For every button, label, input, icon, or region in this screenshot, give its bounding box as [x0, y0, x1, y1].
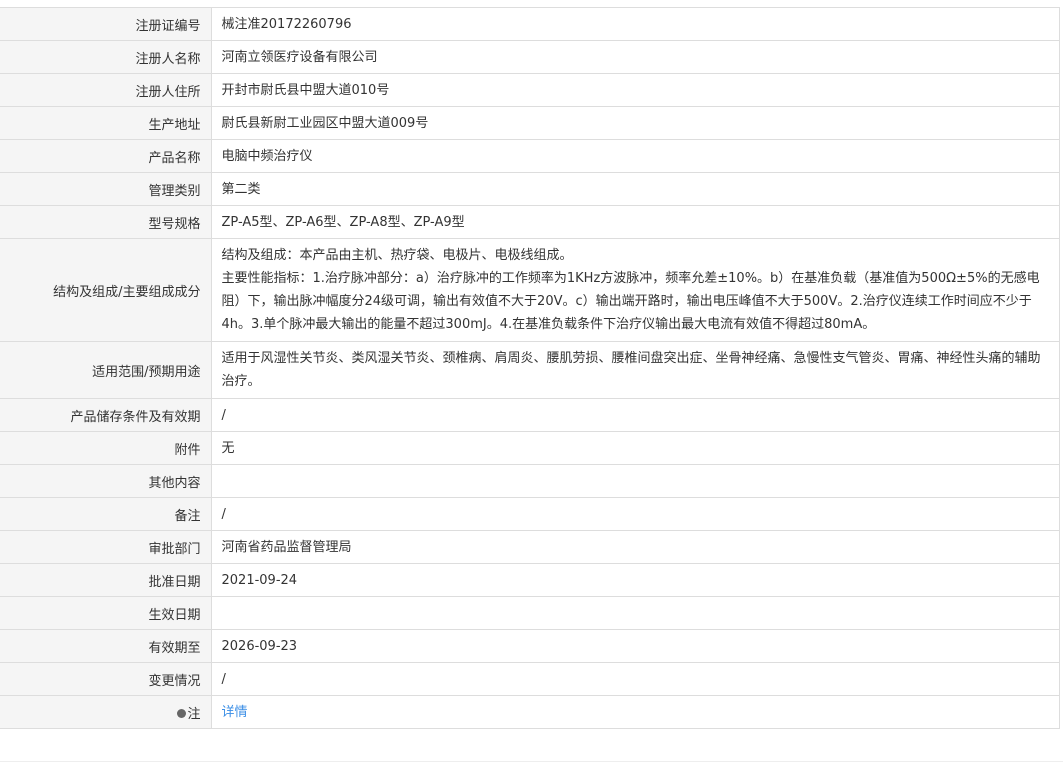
row-product-name: 产品名称 电脑中频治疗仪	[0, 139, 1060, 173]
registration-detail-table: 注册证编号 械注准20172260796 注册人名称 河南立领医疗设备有限公司 …	[0, 7, 1060, 729]
label-text: 适用范围/预期用途	[92, 364, 201, 380]
row-value	[211, 596, 1060, 630]
row-approval-date: 批准日期 2021-09-24	[0, 563, 1060, 597]
row-label: 生产地址	[0, 106, 212, 140]
label-text: 产品储存条件及有效期	[70, 409, 201, 425]
row-value: 尉氏县新尉工业园区中盟大道009号	[211, 106, 1060, 140]
row-value: 2021-09-24	[211, 563, 1060, 597]
row-value: /	[211, 497, 1060, 531]
row-registration-number: 注册证编号 械注准20172260796	[0, 7, 1060, 41]
row-value: 无	[211, 431, 1060, 465]
row-intended-use: 适用范围/预期用途 适用于风湿性关节炎、类风湿关节炎、颈椎病、肩周炎、腰肌劳损、…	[0, 341, 1060, 399]
row-value: 械注准20172260796	[211, 7, 1060, 41]
row-label: 附件	[0, 431, 212, 465]
label-text: 变更情况	[148, 673, 201, 689]
row-label: 有效期至	[0, 629, 212, 663]
label-text: 注册人名称	[135, 51, 201, 67]
label-text: 生产地址	[148, 117, 201, 133]
row-value: /	[211, 398, 1060, 432]
row-valid-until: 有效期至 2026-09-23	[0, 629, 1060, 663]
page-divider	[0, 761, 1063, 762]
row-change-status: 变更情况 /	[0, 662, 1060, 696]
label-text: 审批部门	[148, 541, 201, 557]
row-other-content: 其他内容	[0, 464, 1060, 498]
row-value	[211, 464, 1060, 498]
row-label: 备注	[0, 497, 212, 531]
label-text: 附件	[174, 442, 201, 458]
row-label: 生效日期	[0, 596, 212, 630]
row-label: 注	[0, 695, 212, 729]
row-value: ZP-A5型、ZP-A6型、ZP-A8型、ZP-A9型	[211, 205, 1060, 239]
row-label: 管理类别	[0, 172, 212, 206]
details-link[interactable]: 详情	[222, 705, 248, 720]
label-text: 批准日期	[148, 574, 201, 590]
row-value: 2026-09-23	[211, 629, 1060, 663]
row-label: 产品储存条件及有效期	[0, 398, 212, 432]
row-value: 河南省药品监督管理局	[211, 530, 1060, 564]
row-label: 型号规格	[0, 205, 212, 239]
label-text: 备注	[174, 508, 201, 524]
label-text: 结构及组成/主要组成成分	[53, 284, 201, 300]
row-label: 结构及组成/主要组成成分	[0, 238, 212, 342]
label-text: 注	[187, 706, 201, 722]
row-label: 注册证编号	[0, 7, 212, 41]
row-label: 其他内容	[0, 464, 212, 498]
row-value: /	[211, 662, 1060, 696]
label-text: 注册证编号	[135, 18, 201, 34]
label-text: 生效日期	[148, 607, 201, 623]
row-label: 审批部门	[0, 530, 212, 564]
label-text: 注册人住所	[135, 84, 201, 100]
row-label: 产品名称	[0, 139, 212, 173]
row-label: 适用范围/预期用途	[0, 341, 212, 399]
label-text: 有效期至	[148, 640, 201, 656]
row-value: 详情	[211, 695, 1060, 729]
row-remarks: 备注 /	[0, 497, 1060, 531]
row-value: 结构及组成：本产品由主机、热疗袋、电极片、电极线组成。 主要性能指标：1.治疗脉…	[211, 238, 1060, 342]
row-value: 开封市尉氏县中盟大道010号	[211, 73, 1060, 107]
label-text: 型号规格	[148, 216, 201, 232]
row-registrant-address: 注册人住所 开封市尉氏县中盟大道010号	[0, 73, 1060, 107]
row-storage-conditions: 产品储存条件及有效期 /	[0, 398, 1060, 432]
note-label: 注	[177, 703, 201, 722]
lightbulb-icon	[177, 708, 187, 718]
row-label: 注册人住所	[0, 73, 212, 107]
row-label: 批准日期	[0, 563, 212, 597]
row-management-category: 管理类别 第二类	[0, 172, 1060, 206]
row-registrant-name: 注册人名称 河南立领医疗设备有限公司	[0, 40, 1060, 74]
performance-indicators-text: 主要性能指标：1.治疗脉冲部分：a）治疗脉冲的工作频率为1KHz方波脉冲，频率允…	[221, 271, 1040, 332]
row-attachments: 附件 无	[0, 431, 1060, 465]
label-text: 产品名称	[148, 150, 201, 166]
row-value: 适用于风湿性关节炎、类风湿关节炎、颈椎病、肩周炎、腰肌劳损、腰椎间盘突出症、坐骨…	[211, 341, 1060, 399]
row-model-spec: 型号规格 ZP-A5型、ZP-A6型、ZP-A8型、ZP-A9型	[0, 205, 1060, 239]
row-effective-date: 生效日期	[0, 596, 1060, 630]
label-text: 其他内容	[148, 475, 201, 491]
row-value: 电脑中频治疗仪	[211, 139, 1060, 173]
row-note: 注 详情	[0, 695, 1060, 729]
label-text: 管理类别	[148, 183, 201, 199]
row-value: 河南立领医疗设备有限公司	[211, 40, 1060, 74]
row-value: 第二类	[211, 172, 1060, 206]
row-structure-composition: 结构及组成/主要组成成分 结构及组成：本产品由主机、热疗袋、电极片、电极线组成。…	[0, 238, 1060, 342]
row-production-address: 生产地址 尉氏县新尉工业园区中盟大道009号	[0, 106, 1060, 140]
composition-text: 结构及组成：本产品由主机、热疗袋、电极片、电极线组成。	[221, 248, 573, 263]
row-label: 变更情况	[0, 662, 212, 696]
row-approval-department: 审批部门 河南省药品监督管理局	[0, 530, 1060, 564]
row-label: 注册人名称	[0, 40, 212, 74]
